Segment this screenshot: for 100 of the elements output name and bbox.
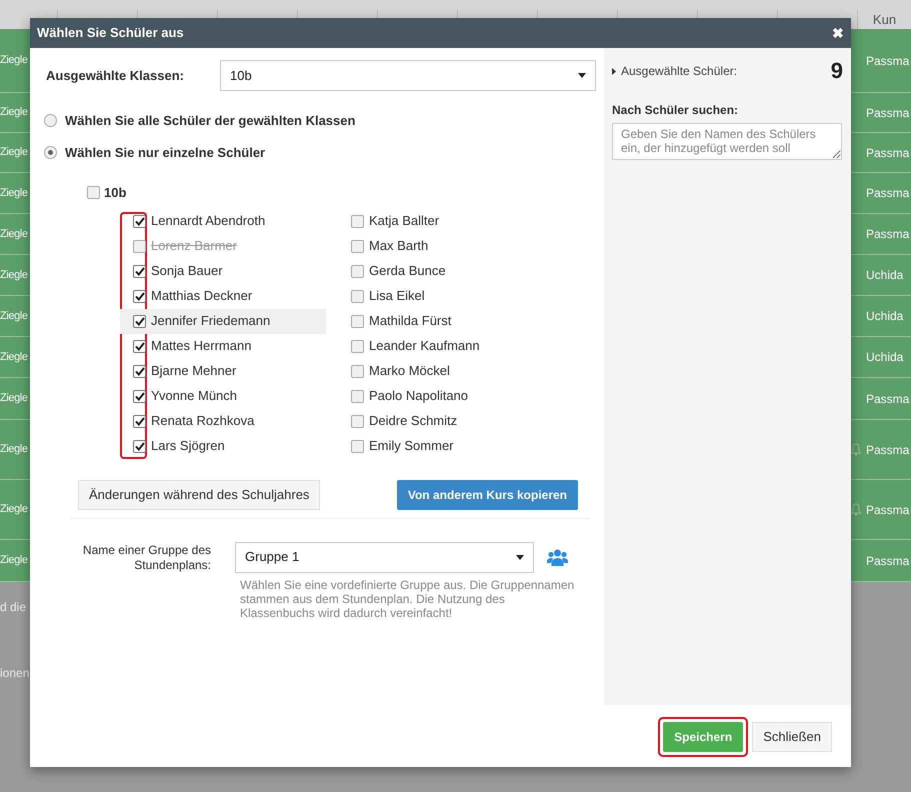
table-cell-text: Ziegle [0,391,28,406]
student-name: Emily Sommer [369,437,454,456]
table-cell-text: Uchida [866,349,904,366]
table-cell-text: Ziegle [0,308,28,324]
list-row[interactable]: Marko Möckel [338,358,558,384]
list-row[interactable]: Emily Sommer [338,434,558,458]
list-row[interactable]: Matthias Deckner [120,284,326,308]
list-row[interactable]: Leander Kaufmann [338,334,558,358]
checkbox[interactable] [351,314,364,328]
checkbox[interactable] [351,390,364,402]
student-name: Leander Kaufmann [369,337,480,356]
table-cell-text: Ziegle [0,186,28,201]
close-dialog-button[interactable]: Schließen [752,722,832,752]
column-header: Kun [872,11,898,29]
table-cell-text: Passma [866,144,910,162]
table-cell-text: Uchida [866,308,904,325]
help-text: Wählen Sie eine vordefinierte Gruppe aus. Die Gruppennamen stammen aus dem Stundenplan. Die Nutzung des Klassenbuchs wird dadurch vereinfacht! [239,576,576,620]
close-button[interactable]: ✖ [832,26,844,40]
student-name: Max Barth [369,237,428,256]
checkbox[interactable] [351,414,364,428]
table-cell-text: Passma [866,104,910,122]
copy-button[interactable]: Von anderem Kurs kopieren [396,480,578,510]
student-name: Bjarne Mehner [151,362,236,380]
checkbox[interactable] [351,440,364,452]
list-row[interactable]: Bjarne Mehner [120,358,326,384]
table-cell-text: Ziegle [0,502,28,518]
checkbox[interactable] [133,340,146,352]
checkbox[interactable] [351,240,364,252]
caret-icon [516,554,524,560]
page-text: ionen [0,665,30,682]
checkbox[interactable] [87,186,100,200]
list-row[interactable]: Yvonne Münch [120,384,326,408]
table-cell-text: Ziegle [0,268,28,283]
checkbox[interactable] [351,290,364,302]
student-name: Renata Rozhkova [151,412,254,430]
field-label: Ausgewählte Klassen: [46,66,185,85]
radio-button[interactable] [44,114,57,128]
checkbox[interactable] [351,214,364,228]
student-name: Lars Sjögren [151,437,225,456]
search-field[interactable]: Geben Sie den Namen des Schülers ein, der hinzugefügt werden soll [612,123,842,160]
table-cell-text: Ziegle [0,442,28,458]
field-label: Name einer Gruppe des Stundenplans: [82,542,211,574]
checkbox[interactable] [133,290,146,302]
student-name: Lennardt Abendroth [151,212,266,230]
table-cell-text: Uchida [866,267,904,284]
table-cell-text: Passma [866,52,910,70]
list-row[interactable]: Jennifer Friedemann [120,308,326,334]
dropdown[interactable]: Gruppe 1 [235,542,534,572]
student-name: Paolo Napolitano [369,387,468,406]
changes-button[interactable]: Änderungen während des Schuljahres [78,480,320,510]
list-row[interactable]: Max Barth [338,234,558,258]
table-cell-text: Ziegle [0,553,28,568]
student-name: Jennifer Friedemann [151,312,270,330]
checkbox[interactable] [133,214,146,228]
field-label: Nach Schüler suchen: [612,102,740,119]
student-name: Deidre Schmitz [369,412,458,430]
student-name: Mattes Herrmann [151,337,252,356]
table-cell-text: Passma [866,552,910,570]
table-cell-text: Passma [866,185,910,202]
checkbox[interactable] [133,364,146,378]
triangle-icon [612,68,616,74]
panel-heading: Ausgewählte Schüler: [621,63,738,80]
list-row[interactable]: Mattes Herrmann [120,334,326,358]
dropdown[interactable]: 10b [220,60,596,91]
list-row[interactable]: Katja Ballter [338,208,558,234]
list-row[interactable]: Lars Sjögren [120,434,326,458]
checkbox[interactable] [351,364,364,378]
list-row[interactable]: Renata Rozhkova [120,408,326,434]
list-row[interactable]: Mathilda Fürst [338,308,558,334]
checkbox[interactable] [133,390,146,402]
student-name: Marko Möckel [369,362,450,380]
table-cell-text: Ziegle [0,105,28,120]
table-cell-text: Passma [866,502,910,518]
checkbox[interactable] [133,264,146,278]
checkbox[interactable] [351,340,364,352]
radio-button[interactable] [44,146,57,159]
list-row[interactable]: Deidre Schmitz [338,408,558,434]
student-name: Yvonne Münch [151,387,238,406]
users-icon[interactable] [547,548,568,566]
student-name: Sonja Bauer [151,262,223,280]
table-cell-text: Passma [866,442,910,458]
radio-label: Wählen Sie alle Schüler der gewählten Klassen [65,112,356,130]
list-row[interactable]: Lisa Eikel [338,284,558,308]
list-row[interactable]: Gerda Bunce [338,258,558,284]
bell-icon [850,503,862,516]
checkbox[interactable] [351,264,364,278]
checkbox[interactable] [133,314,146,328]
table-cell-text: Ziegle [0,53,28,68]
student-name: Mathilda Fürst [369,312,452,330]
checkbox[interactable] [133,414,146,428]
list-row[interactable]: Lennardt Abendroth [120,208,326,234]
class-label: 10b [104,184,126,202]
page-text: d die [0,599,26,616]
student-name: Katja Ballter [369,212,440,230]
checkbox[interactable] [133,440,146,452]
student-name: Lorenz Barmer [151,237,237,256]
list-row[interactable]: Sonja Bauer [120,258,326,284]
bell-icon [850,443,862,456]
list-row[interactable]: Paolo Napolitano [338,384,558,408]
table-cell-text: Ziegle [0,145,28,160]
